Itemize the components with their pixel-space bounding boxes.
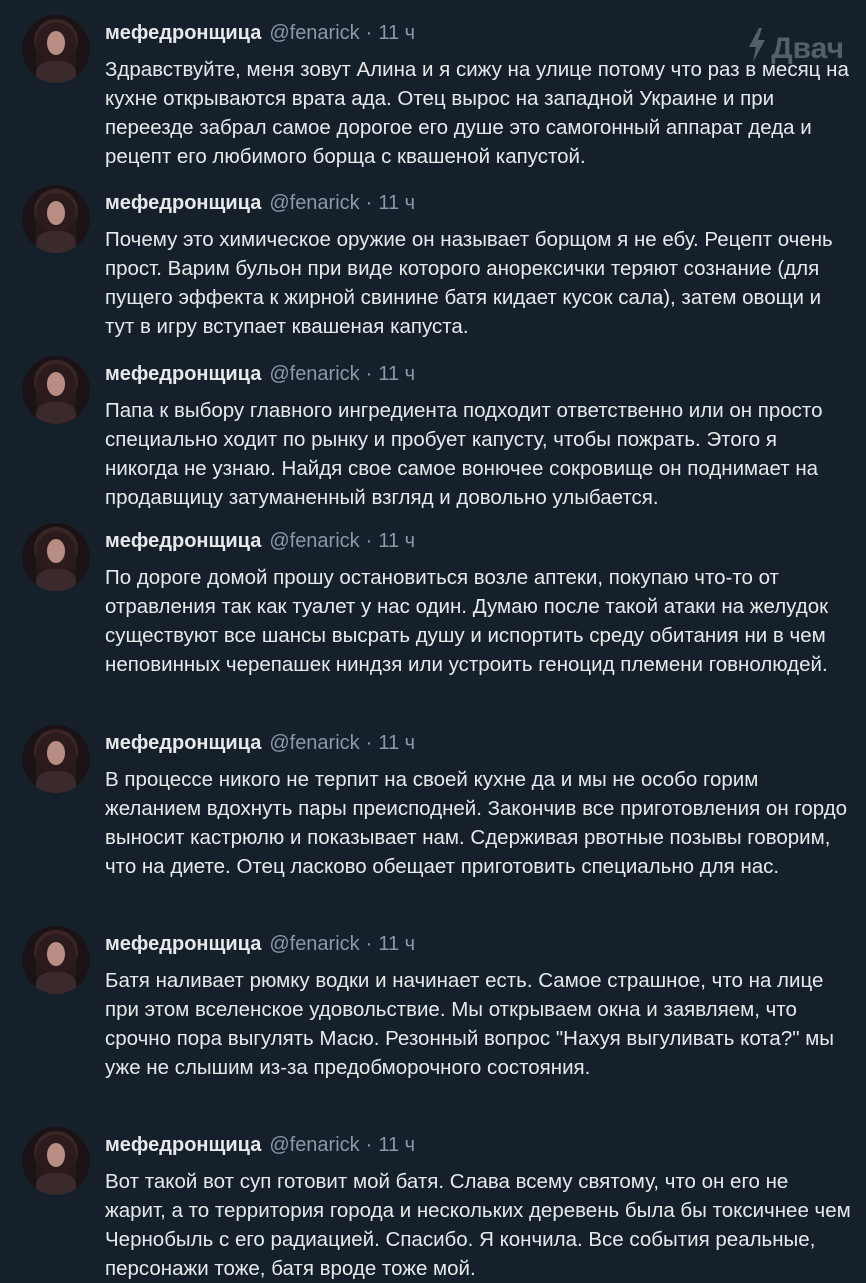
- timestamp[interactable]: 11 ч: [378, 732, 415, 754]
- timestamp[interactable]: 11 ч: [378, 363, 415, 385]
- author-handle[interactable]: @fenarick: [269, 363, 359, 385]
- tweet-header: мефедронщица @fenarick · 11 ч: [105, 932, 415, 956]
- tweet-header: мефедронщица @fenarick · 11 ч: [105, 1133, 415, 1157]
- timestamp[interactable]: 11 ч: [378, 530, 415, 552]
- timestamp[interactable]: 11 ч: [378, 1134, 415, 1156]
- tweet-text: В процессе никого не терпит на своей кух…: [105, 768, 848, 878]
- author-handle[interactable]: @fenarick: [269, 192, 359, 214]
- tweet-header: мефедронщица @fenarick · 11 ч: [105, 529, 415, 553]
- avatar[interactable]: [22, 15, 90, 83]
- author-handle[interactable]: @fenarick: [269, 933, 359, 955]
- author-handle[interactable]: @fenarick: [269, 22, 359, 44]
- timestamp[interactable]: 11 ч: [378, 192, 415, 214]
- tweet-header: мефедронщица @fenarick · 11 ч: [105, 191, 415, 215]
- separator: ·: [365, 192, 373, 214]
- tweet-header: мефедронщица @fenarick · 11 ч: [105, 731, 415, 755]
- tweet-text: Вот такой вот суп готовит мой батя. Слав…: [105, 1170, 851, 1280]
- author-handle[interactable]: @fenarick: [269, 530, 359, 552]
- avatar[interactable]: [22, 1127, 90, 1195]
- separator: ·: [365, 363, 373, 385]
- timestamp[interactable]: 11 ч: [378, 933, 415, 955]
- author-name[interactable]: мефедронщица: [105, 1134, 261, 1156]
- separator: ·: [365, 732, 373, 754]
- tweet-header: мефедронщица @fenarick · 11 ч: [105, 21, 415, 45]
- separator: ·: [365, 22, 373, 44]
- avatar[interactable]: [22, 356, 90, 424]
- tweet-text: Папа к выбору главного ингредиента подхо…: [105, 399, 823, 509]
- separator: ·: [365, 530, 373, 552]
- avatar[interactable]: [22, 185, 90, 253]
- author-handle[interactable]: @fenarick: [269, 732, 359, 754]
- author-name[interactable]: мефедронщица: [105, 192, 261, 214]
- author-name[interactable]: мефедронщица: [105, 22, 261, 44]
- timestamp[interactable]: 11 ч: [378, 22, 415, 44]
- tweet-text: Батя наливает рюмку водки и начинает ест…: [105, 969, 835, 1079]
- avatar[interactable]: [22, 523, 90, 591]
- separator: ·: [365, 933, 373, 955]
- avatar[interactable]: [22, 725, 90, 793]
- tweet-text: Здравствуйте, меня зовут Алина и я сижу …: [105, 58, 849, 168]
- tweet-header: мефедронщица @fenarick · 11 ч: [105, 362, 415, 386]
- tweet-text: Почему это химическое оружие он называет…: [105, 228, 833, 338]
- author-name[interactable]: мефедронщица: [105, 530, 261, 552]
- avatar[interactable]: [22, 926, 90, 994]
- separator: ·: [365, 1134, 373, 1156]
- author-name[interactable]: мефедронщица: [105, 933, 261, 955]
- author-handle[interactable]: @fenarick: [269, 1134, 359, 1156]
- author-name[interactable]: мефедронщица: [105, 363, 261, 385]
- tweet-text: По дороге домой прошу остановиться возле…: [105, 566, 829, 676]
- author-name[interactable]: мефедронщица: [105, 732, 261, 754]
